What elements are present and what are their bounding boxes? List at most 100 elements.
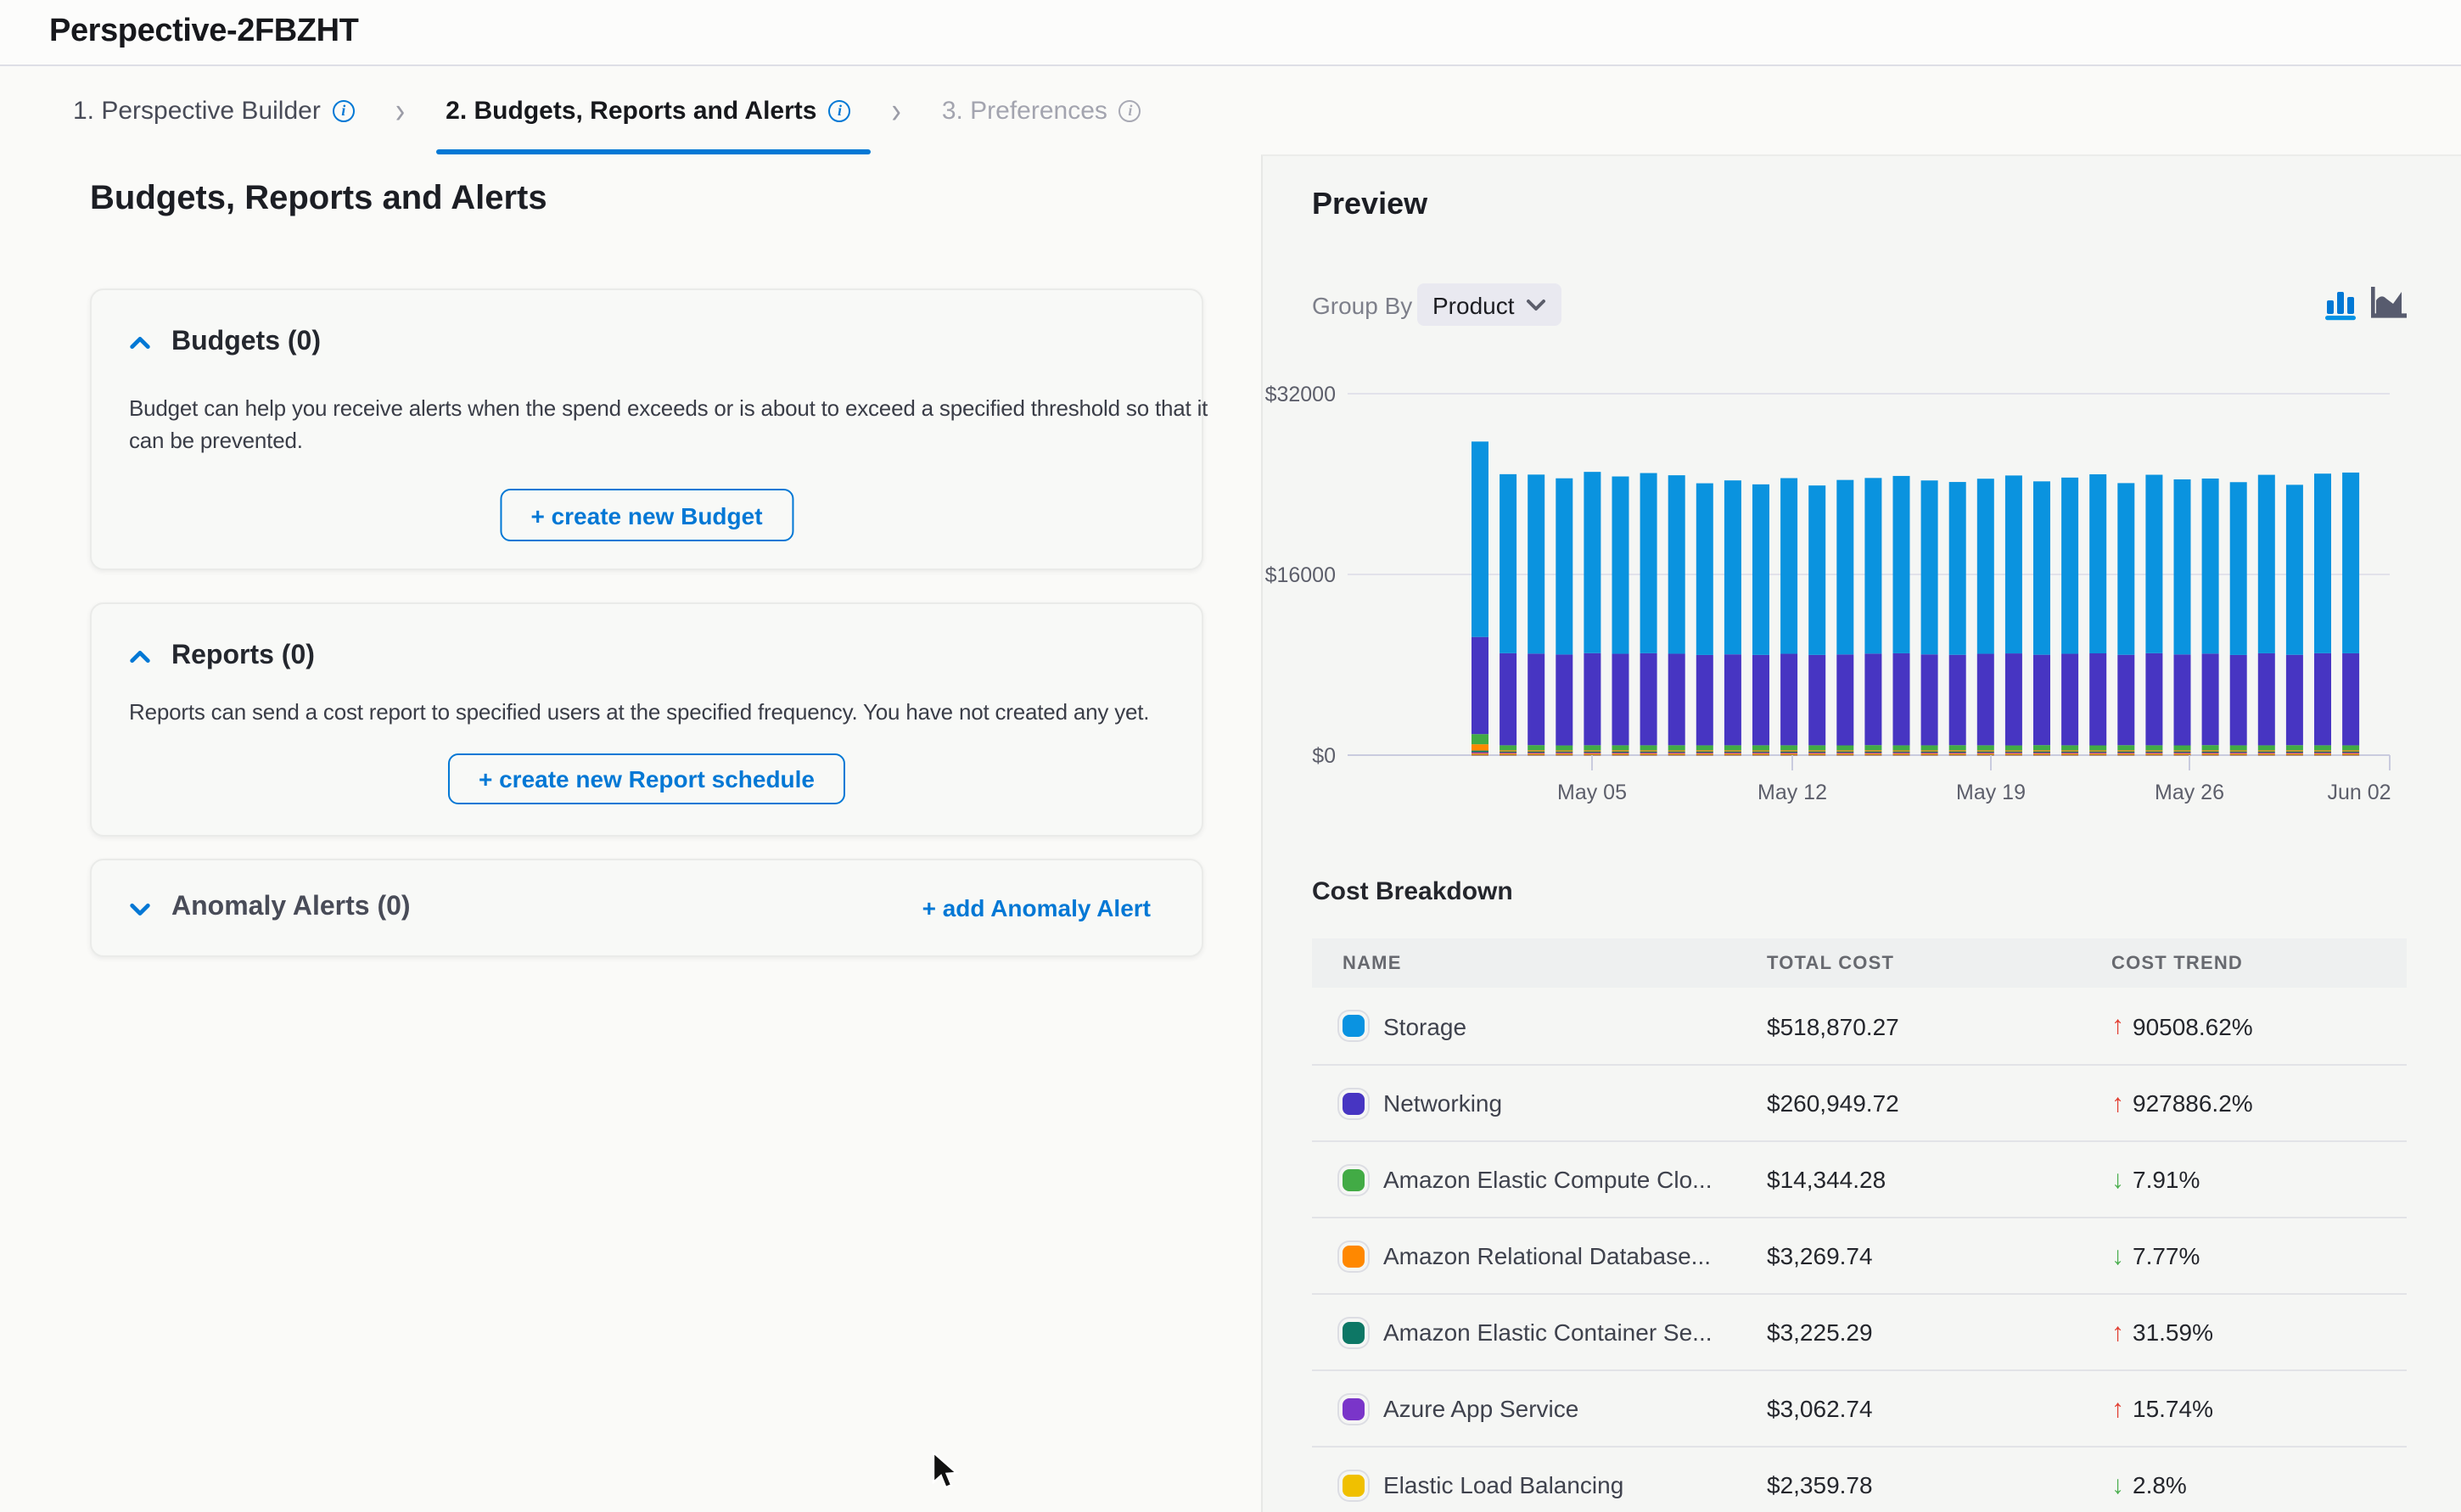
bar-segment[interactable] xyxy=(1836,745,1853,750)
bar-segment[interactable] xyxy=(2145,753,2162,754)
bar-segment[interactable] xyxy=(2061,654,2078,746)
bar-segment[interactable] xyxy=(1724,745,1741,750)
bar-segment[interactable] xyxy=(1836,750,1853,751)
bar-segment[interactable] xyxy=(2145,750,2162,751)
chevron-down-icon[interactable] xyxy=(129,897,151,919)
create-budget-button[interactable]: + create new Budget xyxy=(500,489,793,541)
bar-segment[interactable] xyxy=(2230,482,2247,655)
bar-segment[interactable] xyxy=(1472,637,1488,734)
bar-segment[interactable] xyxy=(1921,654,1938,745)
bar-segment[interactable] xyxy=(1808,752,1825,753)
bar-segment[interactable] xyxy=(2202,752,2219,753)
bar-segment[interactable] xyxy=(2089,653,2106,745)
bar-segment[interactable] xyxy=(1556,753,1572,754)
bar-segment[interactable] xyxy=(1780,752,1797,753)
bar-segment[interactable] xyxy=(1752,753,1769,754)
bar-segment[interactable] xyxy=(1472,744,1488,750)
bar-segment[interactable] xyxy=(2314,745,2331,750)
bar-segment[interactable] xyxy=(2117,745,2134,750)
bar-chart-icon[interactable] xyxy=(2324,285,2361,321)
bar-segment[interactable] xyxy=(1696,655,1713,746)
bar-segment[interactable] xyxy=(2258,750,2275,751)
bar-segment[interactable] xyxy=(1864,653,1881,745)
bar-segment[interactable] xyxy=(1696,484,1713,655)
bar-segment[interactable] xyxy=(1780,654,1797,746)
bar-segment[interactable] xyxy=(2230,655,2247,746)
add-anomaly-alert-link[interactable]: + add Anomaly Alert xyxy=(922,894,1151,921)
tab-preferences[interactable]: 3. Preferences i xyxy=(939,68,1145,154)
bar-segment[interactable] xyxy=(1724,750,1741,751)
bar-segment[interactable] xyxy=(1500,750,1516,751)
bar-segment[interactable] xyxy=(2314,653,2331,745)
bar-segment[interactable] xyxy=(1977,745,1994,750)
bar-segment[interactable] xyxy=(2033,753,2050,754)
bar-segment[interactable] xyxy=(1780,479,1797,654)
tab-budgets-reports-alerts[interactable]: 2. Budgets, Reports and Alerts i xyxy=(442,68,854,154)
bar-segment[interactable] xyxy=(1752,750,1769,751)
bar-segment[interactable] xyxy=(1836,753,1853,754)
bar-segment[interactable] xyxy=(2258,475,2275,653)
bar-segment[interactable] xyxy=(1640,750,1657,751)
bar-segment[interactable] xyxy=(1640,752,1657,753)
bar-segment[interactable] xyxy=(2202,479,2219,653)
area-chart-icon[interactable] xyxy=(2371,285,2408,321)
table-row[interactable]: Amazon Relational Database... $3,269.74 … xyxy=(1312,1217,2407,1293)
bar-segment[interactable] xyxy=(1584,472,1600,653)
table-row[interactable]: Azure App Service $3,062.74 ↑ 15.74% xyxy=(1312,1369,2407,1446)
bar-segment[interactable] xyxy=(2089,474,2106,653)
bar-segment[interactable] xyxy=(1808,750,1825,751)
bar-segment[interactable] xyxy=(1640,753,1657,754)
bar-segment[interactable] xyxy=(1921,752,1938,753)
bar-segment[interactable] xyxy=(2314,753,2331,754)
bar-segment[interactable] xyxy=(1472,753,1488,754)
bar-segment[interactable] xyxy=(1808,485,1825,655)
bar-segment[interactable] xyxy=(2005,753,2022,754)
bar-segment[interactable] xyxy=(1584,752,1600,753)
bar-segment[interactable] xyxy=(1528,750,1544,751)
bar-segment[interactable] xyxy=(1640,745,1657,750)
bar-segment[interactable] xyxy=(2117,753,2134,754)
bar-segment[interactable] xyxy=(2005,750,2022,751)
bar-segment[interactable] xyxy=(1780,750,1797,751)
tab-perspective-builder[interactable]: 1. Perspective Builder i xyxy=(70,68,358,154)
bar-segment[interactable] xyxy=(2342,750,2359,751)
bar-segment[interactable] xyxy=(2286,655,2303,746)
table-row[interactable]: Elastic Load Balancing $2,359.78 ↓ 2.8% xyxy=(1312,1446,2407,1512)
bar-segment[interactable] xyxy=(2342,653,2359,745)
bar-segment[interactable] xyxy=(1977,654,1994,746)
bar-segment[interactable] xyxy=(1696,752,1713,753)
bar-segment[interactable] xyxy=(1696,745,1713,750)
bar-segment[interactable] xyxy=(1556,479,1572,655)
bar-segment[interactable] xyxy=(1893,750,1910,751)
table-row[interactable]: Amazon Elastic Compute Clo... $14,344.28… xyxy=(1312,1140,2407,1217)
bar-segment[interactable] xyxy=(2061,752,2078,753)
bar-segment[interactable] xyxy=(2174,752,2191,753)
bar-segment[interactable] xyxy=(1836,752,1853,753)
bar-segment[interactable] xyxy=(2258,753,2275,754)
bar-segment[interactable] xyxy=(1864,478,1881,653)
bar-segment[interactable] xyxy=(2342,745,2359,750)
bar-segment[interactable] xyxy=(2033,655,2050,746)
bar-segment[interactable] xyxy=(1864,750,1881,751)
bar-segment[interactable] xyxy=(2314,752,2331,753)
table-row[interactable]: Storage $518,870.27 ↑ 90508.62% xyxy=(1312,988,2407,1064)
bar-segment[interactable] xyxy=(1500,745,1516,750)
bar-segment[interactable] xyxy=(1724,480,1741,654)
bar-segment[interactable] xyxy=(1668,745,1685,750)
bar-segment[interactable] xyxy=(2089,750,2106,751)
bar-segment[interactable] xyxy=(2145,752,2162,753)
bar-segment[interactable] xyxy=(1977,753,1994,754)
table-row[interactable]: Amazon Elastic Container Se... $3,225.29… xyxy=(1312,1293,2407,1369)
bar-segment[interactable] xyxy=(1668,753,1685,754)
bar-segment[interactable] xyxy=(2117,655,2134,746)
bar-segment[interactable] xyxy=(1500,752,1516,753)
bar-segment[interactable] xyxy=(1500,653,1516,745)
bar-segment[interactable] xyxy=(1949,745,1966,750)
bar-segment[interactable] xyxy=(1921,753,1938,754)
bar-segment[interactable] xyxy=(1977,750,1994,751)
bar-segment[interactable] xyxy=(1472,441,1488,636)
bar-segment[interactable] xyxy=(2258,752,2275,753)
bar-segment[interactable] xyxy=(1556,654,1572,745)
bar-segment[interactable] xyxy=(2314,473,2331,653)
bar-segment[interactable] xyxy=(1612,654,1629,746)
